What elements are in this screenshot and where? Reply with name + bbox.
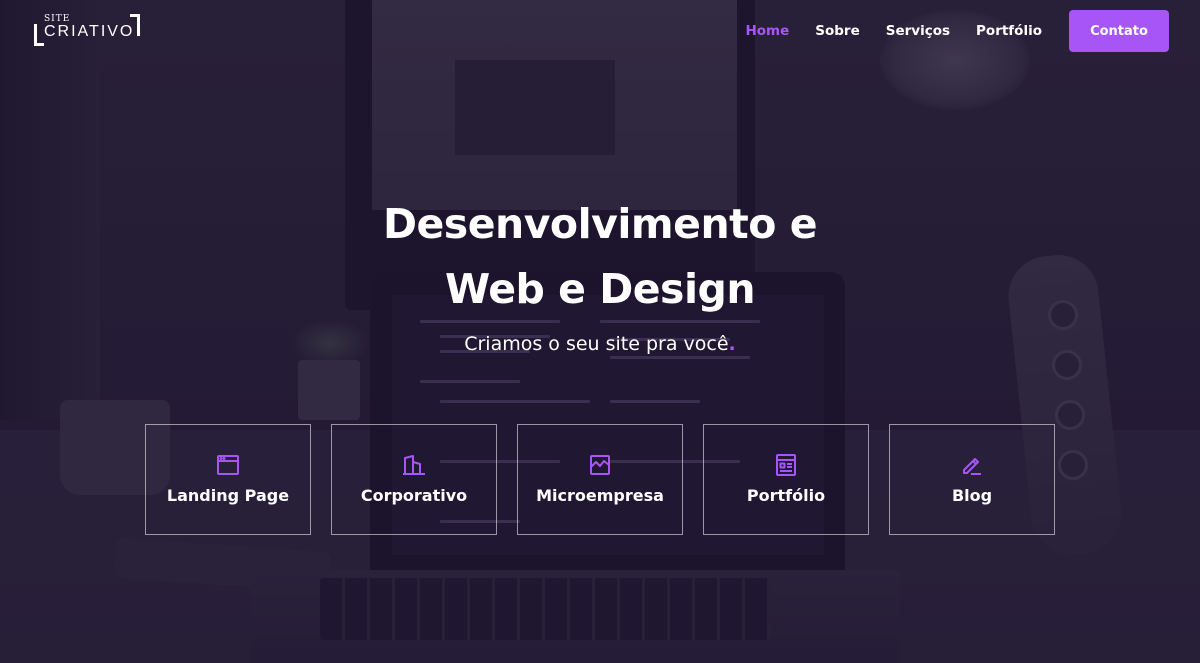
- store-chart-icon: [588, 453, 612, 477]
- hero-title-line1: Desenvolvimento e: [382, 200, 818, 248]
- service-card-blog[interactable]: Blog: [889, 424, 1055, 535]
- site-logo[interactable]: SITE CRIATIVO: [34, 14, 144, 50]
- main-nav: Home Sobre Serviços Portfólio: [745, 23, 1042, 39]
- nav-item-portfolio[interactable]: Portfólio: [976, 23, 1042, 39]
- pencil-edit-icon: [960, 453, 984, 477]
- logo-bracket-left: [34, 24, 44, 46]
- nav-item-sobre[interactable]: Sobre: [815, 23, 859, 39]
- service-card-label: Portfólio: [746, 486, 826, 505]
- article-layout-icon: [774, 453, 798, 477]
- service-card-label: Microempresa: [536, 486, 664, 505]
- site-header: SITE CRIATIVO Home Sobre Serviços Portfó…: [0, 0, 1200, 70]
- service-cards: Landing Page Corporativo Microempresa Po…: [145, 424, 1055, 535]
- service-card-corporativo[interactable]: Corporativo: [331, 424, 497, 535]
- hero-subtitle: Criamos o seu site pra você.: [0, 333, 1200, 355]
- service-card-label: Landing Page: [166, 486, 290, 505]
- browser-window-icon: [216, 453, 240, 477]
- nav-item-home[interactable]: Home: [745, 23, 789, 39]
- contact-button[interactable]: Contato: [1069, 10, 1169, 52]
- logo-main-text: CRIATIVO: [44, 23, 135, 40]
- service-card-landing-page[interactable]: Landing Page: [145, 424, 311, 535]
- buildings-icon: [402, 453, 426, 477]
- service-card-label: Blog: [951, 486, 993, 505]
- hero-subtitle-text: Criamos o seu site pra você: [464, 333, 729, 355]
- nav-item-servicos[interactable]: Serviços: [886, 23, 950, 39]
- service-card-label: Corporativo: [360, 486, 468, 505]
- hero-title-line2: Web e Design: [444, 265, 756, 313]
- hero-title: Desenvolvimento e Web e Design: [0, 192, 1200, 322]
- purple-overlay: [0, 0, 1200, 663]
- service-card-microempresa[interactable]: Microempresa: [517, 424, 683, 535]
- service-card-portfolio[interactable]: Portfólio: [703, 424, 869, 535]
- hero-subtitle-dot: .: [728, 333, 736, 355]
